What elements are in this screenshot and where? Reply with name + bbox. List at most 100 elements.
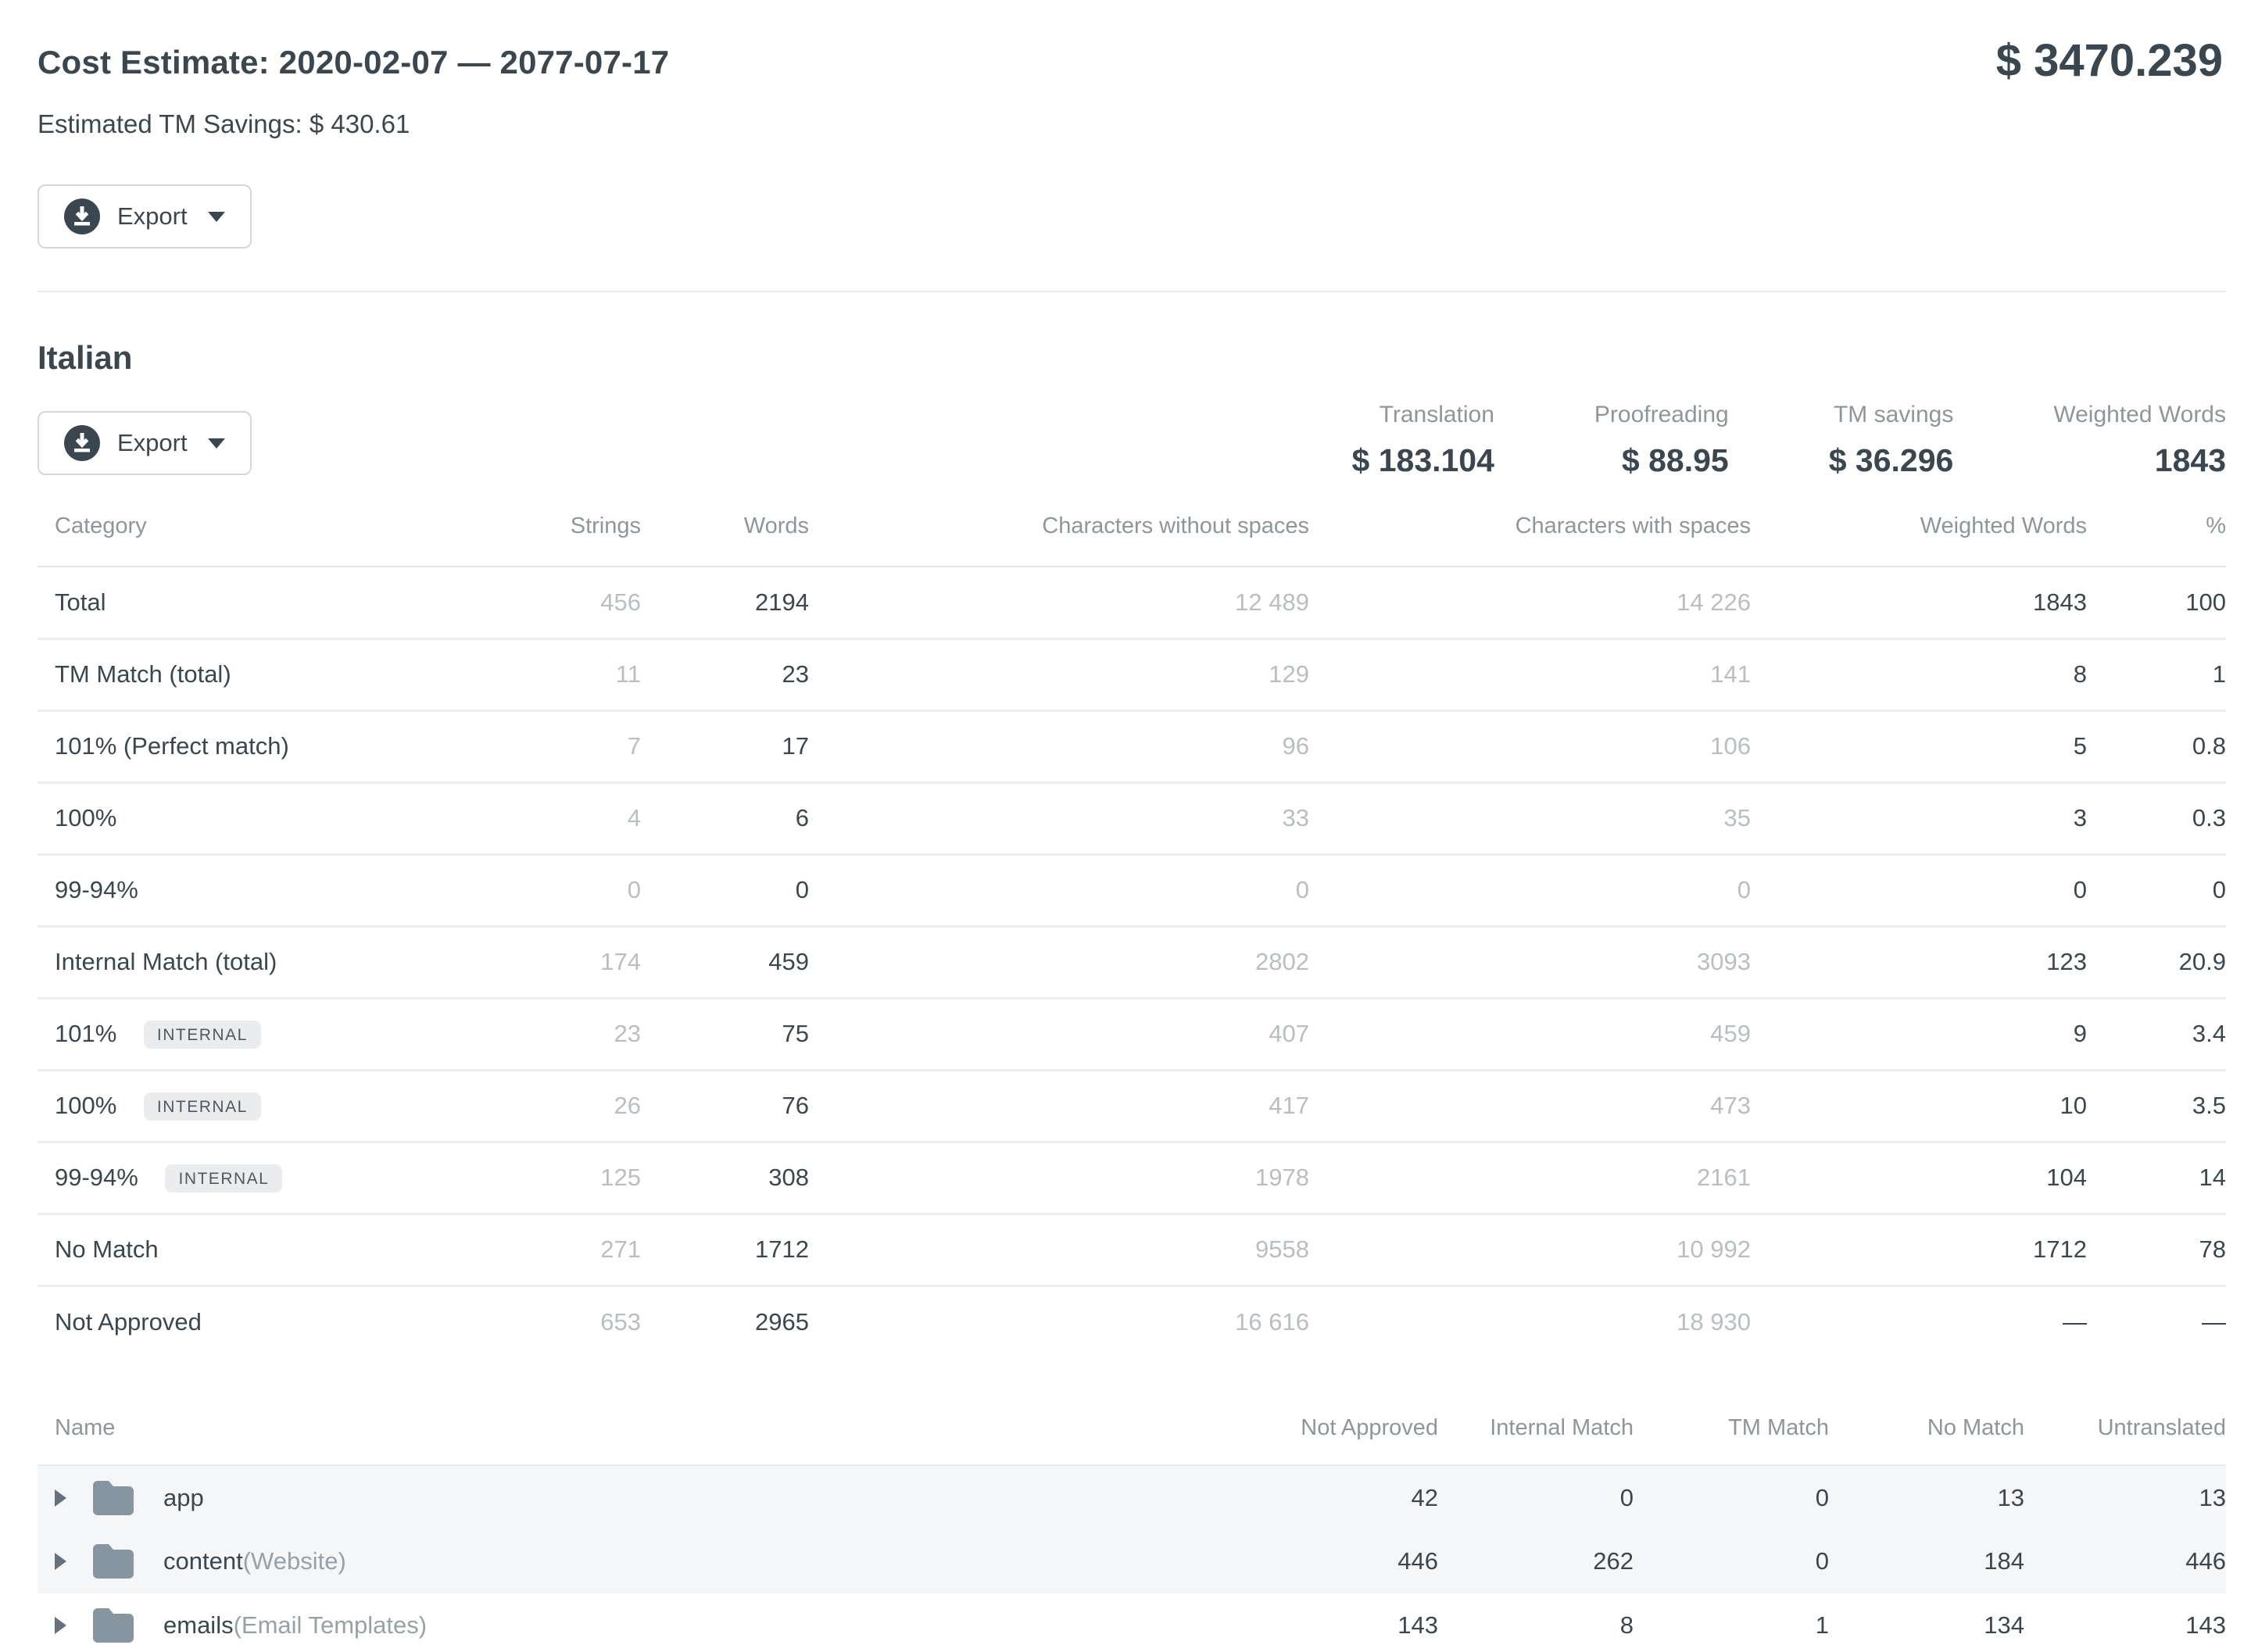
- tm-savings-line: Estimated TM Savings: $ 430.61: [38, 109, 2226, 139]
- stat-value: $ 36.296: [1829, 442, 1954, 479]
- column-header-percent: %: [2087, 513, 2226, 567]
- column-header-no-match: No Match: [1829, 1415, 2024, 1465]
- stat-label: Proofreading: [1594, 402, 1729, 428]
- weighted-words-value: 5: [1751, 710, 2087, 782]
- page-title: Cost Estimate: 2020-02-07 — 2077-07-17: [38, 0, 2226, 81]
- stat-tm-savings: TM savings $ 36.296: [1829, 402, 1954, 479]
- chars-with-spaces-value: 459: [1309, 998, 1751, 1070]
- weighted-words-value: 0: [1751, 854, 2087, 926]
- strings-value: 23: [475, 998, 641, 1070]
- words-value: 75: [641, 998, 809, 1070]
- strings-value: 4: [475, 782, 641, 854]
- chars-without-spaces-value: 33: [809, 782, 1309, 854]
- chars-with-spaces-value: 35: [1309, 782, 1751, 854]
- expand-caret-icon[interactable]: [55, 1617, 66, 1634]
- chevron-down-icon: [208, 438, 225, 449]
- category-label: No Match: [55, 1235, 159, 1263]
- category-table-row: 99-94% 0 0 0 0 0 0: [38, 854, 2226, 926]
- export-button[interactable]: Export: [38, 184, 252, 249]
- stat-value: $ 88.95: [1594, 442, 1729, 479]
- internal-match-value: 0: [1438, 1465, 1634, 1529]
- chars-without-spaces-value: 417: [809, 1070, 1309, 1142]
- category-table-row: 100% INTERNAL 26 76 417 473 10 3.5: [38, 1070, 2226, 1142]
- percent-value: 78: [2087, 1214, 2226, 1285]
- column-header-words: Words: [641, 513, 809, 567]
- export-button-label: Export: [117, 429, 188, 457]
- header-divider: [38, 291, 2226, 292]
- column-header-chars-without-spaces: Characters without spaces: [809, 513, 1309, 567]
- words-value: 2194: [641, 567, 809, 638]
- words-value: 2965: [641, 1285, 809, 1357]
- expand-caret-icon[interactable]: [55, 1489, 66, 1507]
- node-name: content: [163, 1547, 243, 1575]
- internal-match-value: 262: [1438, 1529, 1634, 1593]
- category-table-row: Not Approved 653 2965 16 616 18 930 — —: [38, 1285, 2226, 1357]
- category-label: 99-94%: [55, 1164, 138, 1191]
- not-approved-value: 446: [1210, 1529, 1438, 1593]
- files-table-row[interactable]: content(Website) 446 262 0 184 446: [38, 1529, 2226, 1593]
- internal-badge: INTERNAL: [144, 1021, 261, 1049]
- export-button-label: Export: [117, 202, 188, 231]
- not-approved-value: 143: [1210, 1593, 1438, 1652]
- node-suffix: (Website): [243, 1547, 346, 1575]
- internal-badge: INTERNAL: [144, 1092, 261, 1121]
- chars-without-spaces-value: 2802: [809, 926, 1309, 998]
- words-value: 23: [641, 638, 809, 710]
- percent-value: —: [2087, 1285, 2226, 1357]
- files-table-row[interactable]: emails(Email Templates) 143 8 1 134 143: [38, 1593, 2226, 1652]
- untranslated-value: 13: [2024, 1465, 2226, 1529]
- chars-with-spaces-value: 14 226: [1309, 567, 1751, 638]
- internal-match-value: 8: [1438, 1593, 1634, 1652]
- expand-caret-icon[interactable]: [55, 1553, 66, 1570]
- percent-value: 0: [2087, 854, 2226, 926]
- chars-without-spaces-value: 96: [809, 710, 1309, 782]
- category-label: 101%: [55, 1020, 116, 1047]
- category-table-row: 101% (Perfect match) 7 17 96 106 5 0.8: [38, 710, 2226, 782]
- files-table-row[interactable]: app 42 0 0 13 13: [38, 1465, 2226, 1529]
- chars-with-spaces-value: 106: [1309, 710, 1751, 782]
- strings-value: 456: [475, 567, 641, 638]
- chevron-down-icon: [208, 212, 225, 222]
- words-value: 17: [641, 710, 809, 782]
- internal-badge: INTERNAL: [165, 1164, 282, 1193]
- weighted-words-value: 9: [1751, 998, 2087, 1070]
- download-icon: [64, 198, 100, 234]
- language-heading: Italian: [38, 339, 2226, 377]
- category-table-row: 99-94% INTERNAL 125 308 1978 2161 104 14: [38, 1142, 2226, 1214]
- no-match-value: 13: [1829, 1465, 2024, 1529]
- column-header-strings: Strings: [475, 513, 641, 567]
- stat-label: Translation: [1352, 402, 1494, 428]
- stat-proofreading: Proofreading $ 88.95: [1594, 402, 1729, 479]
- percent-value: 100: [2087, 567, 2226, 638]
- percent-value: 1: [2087, 638, 2226, 710]
- language-export-button[interactable]: Export: [38, 411, 252, 475]
- weighted-words-value: 3: [1751, 782, 2087, 854]
- chars-with-spaces-value: 141: [1309, 638, 1751, 710]
- column-header-chars-with-spaces: Characters with spaces: [1309, 513, 1751, 567]
- column-header-untranslated: Untranslated: [2024, 1415, 2226, 1465]
- node-name: emails: [163, 1611, 234, 1639]
- cost-estimate-page: Cost Estimate: 2020-02-07 — 2077-07-17 $…: [0, 0, 2251, 1652]
- category-label: Total: [55, 588, 106, 616]
- words-value: 1712: [641, 1214, 809, 1285]
- words-value: 0: [641, 854, 809, 926]
- node-suffix: (Email Templates): [234, 1611, 428, 1639]
- weighted-words-value: 123: [1751, 926, 2087, 998]
- stat-weighted-words: Weighted Words 1843: [2053, 402, 2226, 479]
- grand-total-amount: $ 3470.239: [1996, 34, 2223, 87]
- chars-without-spaces-value: 129: [809, 638, 1309, 710]
- strings-value: 271: [475, 1214, 641, 1285]
- chars-without-spaces-value: 407: [809, 998, 1309, 1070]
- chars-without-spaces-value: 9558: [809, 1214, 1309, 1285]
- weighted-words-value: 8: [1751, 638, 2087, 710]
- words-value: 459: [641, 926, 809, 998]
- category-table-row: No Match 271 1712 9558 10 992 1712 78: [38, 1214, 2226, 1285]
- folder-icon: [88, 1536, 138, 1586]
- chars-without-spaces-value: 12 489: [809, 567, 1309, 638]
- tm-match-value: 0: [1634, 1529, 1829, 1593]
- weighted-words-value: 104: [1751, 1142, 2087, 1214]
- category-label: 100%: [55, 1092, 116, 1119]
- category-label: Internal Match (total): [55, 948, 277, 975]
- percent-value: 3.4: [2087, 998, 2226, 1070]
- chars-without-spaces-value: 0: [809, 854, 1309, 926]
